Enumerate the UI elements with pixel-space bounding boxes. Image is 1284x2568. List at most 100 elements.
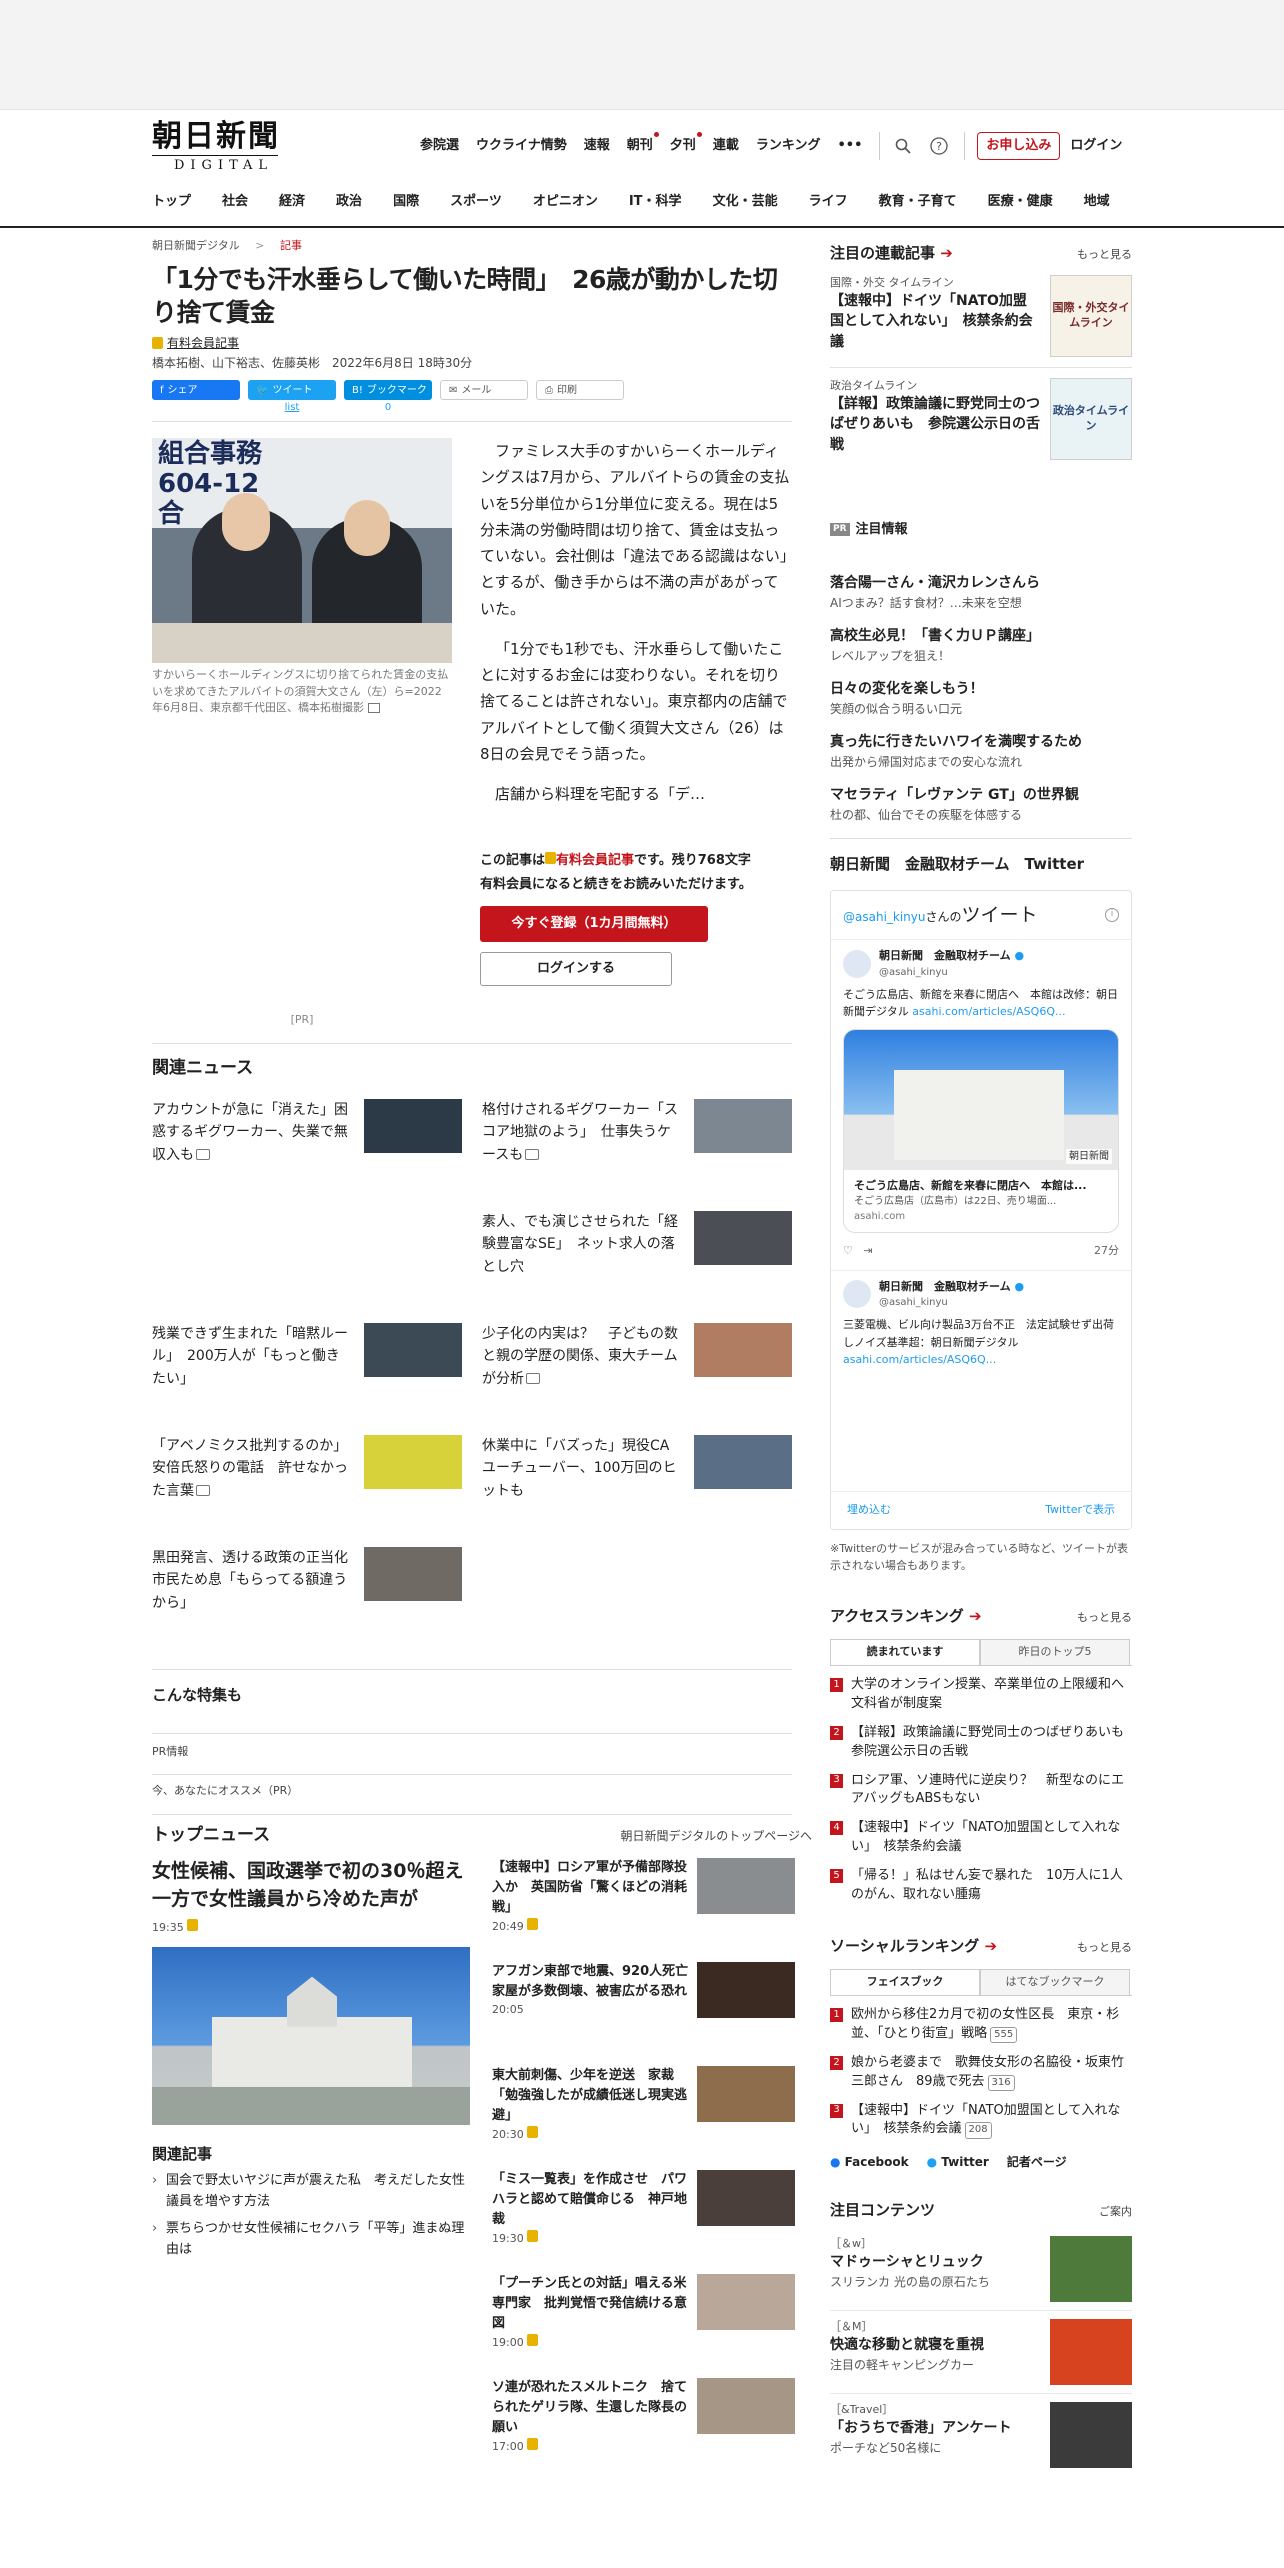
site-logo[interactable]: 朝日新聞 DIGITAL bbox=[152, 120, 282, 176]
twitter-share-button[interactable]: 🐦 ツイート bbox=[248, 380, 336, 400]
social-ranking-item[interactable]: 1 欧州から移住2カ月で初の女性区長 東京・杉並、「ひとり街宣」戦略 555 bbox=[830, 2006, 1132, 2044]
expand-photo-icon[interactable] bbox=[367, 703, 380, 713]
social-ranking-item[interactable]: 3 【速報中】ドイツ「NATO加盟国として入れない」 核禁条約会議 208 bbox=[830, 2102, 1132, 2140]
print-button[interactable]: ⎙ 印刷 bbox=[536, 380, 624, 400]
share-icon[interactable]: ⇥ bbox=[863, 1244, 872, 1257]
ranking-item[interactable]: 3 ロシア軍、ソ連時代に逆戻り？ 新型なのにエアバッグもABSもない bbox=[830, 1772, 1132, 1810]
more-menu-icon[interactable]: ••• bbox=[837, 136, 862, 156]
top-news-item[interactable]: ソ連が恐れたスメルトニク 捨てられたゲリラ隊、生還した隊長の願い 17:00 bbox=[492, 2378, 795, 2482]
social-ranking-item[interactable]: 2 娘から老婆まで 歌舞伎女形の名脇役・坂東竹三郎さん 89歳で死去 316 bbox=[830, 2054, 1132, 2092]
breadcrumb-home[interactable]: 朝日新聞デジタル bbox=[152, 239, 240, 252]
related-article-link[interactable]: 国会で野太いヤジに声が震えた私 考えだした女性議員を増やす方法 bbox=[152, 2171, 470, 2213]
twitter-link[interactable]: ● Twitter bbox=[927, 2153, 989, 2171]
pick-item[interactable]: ［＆w］ マドゥーシャとリュック スリランカ 光の島の原石たち bbox=[830, 2228, 1132, 2311]
nav-life[interactable]: ライフ bbox=[809, 192, 848, 212]
access-ranking-more[interactable]: もっと見る bbox=[1077, 1610, 1132, 1627]
related-news-item[interactable]: 黒田発言、透ける政策の正当化 市民ため息「もらってる額違うから」 bbox=[152, 1547, 462, 1659]
lead-photo[interactable] bbox=[152, 1946, 470, 2125]
hatena-bookmark-button[interactable]: B! ブックマーク bbox=[344, 380, 432, 400]
tweets-by-handle[interactable]: @asahi_kinyu bbox=[843, 910, 926, 924]
reporter-page-link[interactable]: 記者ページ bbox=[1007, 2153, 1067, 2171]
tweet[interactable]: 朝日新聞 金融取材チーム ● @asahi_kinyu そごう広島店、新館を来春に… bbox=[831, 940, 1131, 1029]
info-item[interactable]: 日々の変化を楽しもう！ 笑顔の似合う明るい口元 bbox=[830, 679, 1132, 718]
related-news-item[interactable]: 残業できず生まれた「暗黙ルール」 200万人が「もっと働きたい」 bbox=[152, 1323, 462, 1435]
nav-region[interactable]: 地域 bbox=[1084, 192, 1110, 212]
picks-more-link[interactable]: ご案内 bbox=[1099, 2204, 1132, 2221]
view-on-twitter-link[interactable]: Twitterで表示 bbox=[1045, 1502, 1115, 1519]
paid-label-text[interactable]: 有料会員記事 bbox=[167, 334, 239, 352]
nav-culture[interactable]: 文化・芸能 bbox=[713, 192, 778, 212]
nav-politics[interactable]: 政治 bbox=[336, 192, 362, 212]
search-icon[interactable] bbox=[892, 135, 914, 157]
top-news-item[interactable]: 東大前刺傷、少年を逆送 家裁「勉強強したが成績低迷し現実逃避」 20:30 bbox=[492, 2066, 795, 2170]
twitter-count[interactable]: list bbox=[248, 400, 336, 415]
lead-title[interactable]: 女性候補、国政選挙で初の30％超え 一方で女性議員から冷めた声が bbox=[152, 1858, 482, 1913]
subnav-election[interactable]: 参院選 bbox=[420, 136, 459, 156]
pick-item[interactable]: ［＆M］ 快適な移動と就寝を重視 注目の軽キャンピングカー bbox=[830, 2311, 1132, 2394]
paywall-paid-link[interactable]: 有料会員記事 bbox=[556, 853, 634, 868]
ranking-item[interactable]: 1 大学のオンライン授業、卒業単位の上限緩和へ 文科省が制度案 bbox=[830, 1676, 1137, 1714]
nav-society[interactable]: 社会 bbox=[222, 192, 248, 212]
article-photo[interactable]: 組合事務 604-12 合 bbox=[152, 438, 452, 663]
ranking-item[interactable]: 4 【速報中】ドイツ「NATO加盟国として入れない」 核禁条約会議 bbox=[830, 1819, 1132, 1857]
tweet-link[interactable]: asahi.com/articles/ASQ6Q... bbox=[912, 1005, 1065, 1018]
embed-link[interactable]: 埋め込む bbox=[847, 1502, 891, 1519]
top-news-item[interactable]: 「プーチン氏との対話」唱える米専門家 批判覚悟で発信続ける意図 19:00 bbox=[492, 2274, 795, 2378]
series-item[interactable]: 政治タイムライン 【詳報】政策論議に野党同士のつばぜりあいも 参院選公示日の舌戦 … bbox=[830, 368, 1132, 470]
nav-opinion[interactable]: オピニオン bbox=[533, 192, 598, 212]
info-item[interactable]: マセラティ「レヴァンテ GT」の世界観 杜の都、仙台でその疾駆を体感する bbox=[830, 785, 1132, 824]
info-icon[interactable]: i bbox=[1105, 907, 1119, 922]
social-ranking-more[interactable]: もっと見る bbox=[1077, 1940, 1132, 1957]
related-news-item[interactable]: 少子化の内実は？ 子どもの数と親の学歴の関係、東大チームが分析 bbox=[482, 1323, 792, 1435]
info-item[interactable]: 高校生必見！「書く力ＵＰ講座」 レベルアップを狙え！ bbox=[830, 626, 1132, 665]
nav-economy[interactable]: 経済 bbox=[279, 192, 305, 212]
subnav-ukraine[interactable]: ウクライナ情勢 bbox=[476, 136, 567, 156]
related-news-item[interactable]: 「アベノミクス批判するのか」安倍氏怒りの電話 許せなかった言葉 bbox=[152, 1435, 462, 1547]
nav-top[interactable]: トップ bbox=[152, 192, 191, 212]
nav-education[interactable]: 教育・子育て bbox=[879, 192, 957, 212]
related-news-item[interactable]: 格付けされるギグワーカー「スコア地獄のよう」 仕事失うケースも bbox=[482, 1099, 792, 1211]
pick-item[interactable]: ［&Travel］ 「おうちで香港」アンケート ポーチなど50名様に bbox=[830, 2394, 1132, 2476]
breadcrumb-current[interactable]: 記事 bbox=[280, 239, 302, 252]
related-news-item[interactable]: 素人、でも演じさせられた「経験豊富なSE」 ネット求人の落とし穴 bbox=[482, 1211, 792, 1323]
nav-health[interactable]: 医療・健康 bbox=[988, 192, 1053, 212]
login-button[interactable]: ログインする bbox=[480, 952, 672, 987]
tab-most-read[interactable]: 読まれています bbox=[830, 1639, 980, 1666]
subnav-breaking[interactable]: 速報 bbox=[584, 136, 610, 156]
help-icon[interactable]: ? bbox=[928, 135, 950, 157]
series-more-link[interactable]: もっと見る bbox=[1077, 247, 1132, 264]
tab-hatena[interactable]: はてなブックマーク bbox=[980, 1969, 1130, 1996]
top-page-link[interactable]: 朝日新聞デジタルのトップページへ bbox=[620, 1827, 812, 1845]
nav-it-science[interactable]: IT・科学 bbox=[629, 192, 682, 212]
facebook-link[interactable]: ● Facebook bbox=[830, 2153, 909, 2171]
nav-sports[interactable]: スポーツ bbox=[450, 192, 502, 212]
register-button[interactable]: 今すぐ登録（1カ月間無料） bbox=[480, 906, 708, 943]
mail-share-button[interactable]: ✉ メール bbox=[440, 380, 528, 400]
ranking-item[interactable]: 2 【詳報】政策論議に野党同士のつばぜりあいも 参院選公示日の舌戦 bbox=[830, 1724, 1137, 1762]
facebook-share-button[interactable]: f シェア bbox=[152, 380, 240, 400]
login-link[interactable]: ログイン bbox=[1070, 136, 1122, 156]
info-item[interactable]: 落合陽一さん・滝沢カレンさんら AIつまみ？話す食材？…未来を空想 bbox=[830, 573, 1132, 612]
series-item[interactable]: 国際・外交 タイムライン 【速報中】ドイツ「NATO加盟国として入れない」 核禁条… bbox=[830, 265, 1132, 368]
tab-facebook[interactable]: フェイスブック bbox=[830, 1969, 980, 1996]
top-news-item[interactable]: アフガン東部で地震、920人死亡 家屋が多数倒壊、被害広がる恐れ 20:05 bbox=[492, 1962, 795, 2066]
subnav-series[interactable]: 連載 bbox=[713, 136, 739, 156]
tab-yesterday-top5[interactable]: 昨日のトップ5 bbox=[980, 1639, 1130, 1666]
top-news-item[interactable]: 「ミス一覧表」を作成させ パワハラと認めて賠償命じる 神戸地裁 19:30 bbox=[492, 2170, 795, 2274]
like-icon[interactable]: ♡ bbox=[843, 1244, 853, 1257]
subnav-evening[interactable]: 夕刊 bbox=[670, 132, 702, 156]
ranking-item[interactable]: 5 「帰る！」私はせん妄で暴れた 10万人に1人のがん、取れない腫瘍 bbox=[830, 1867, 1132, 1905]
related-news-item[interactable]: アカウントが急に「消えた」困惑するギグワーカー、失業で無収入も bbox=[152, 1099, 462, 1211]
tweet-link[interactable]: asahi.com/articles/ASQ6Q... bbox=[843, 1353, 996, 1366]
hatena-count[interactable]: 0 bbox=[344, 400, 432, 415]
related-news-item[interactable]: 休業中に「バズった」現役CAユーチューバー、100万回のヒットも bbox=[482, 1435, 792, 1547]
info-item[interactable]: 真っ先に行きたいハワイを満喫するため 出発から帰国対応までの安心な流れ bbox=[830, 732, 1132, 771]
top-news-item[interactable]: 【速報中】ロシア軍が予備部隊投入か 英国防省「驚くほどの消耗戦」 20:49 bbox=[492, 1858, 795, 1962]
nav-international[interactable]: 国際 bbox=[393, 192, 419, 212]
tweet[interactable]: 朝日新聞 金融取材チーム ● @asahi_kinyu 三菱電機、ビル向け製品3万… bbox=[831, 1271, 1131, 1377]
subnav-ranking[interactable]: ランキング bbox=[756, 136, 821, 156]
subnav-morning[interactable]: 朝刊 bbox=[627, 132, 659, 156]
subscribe-button[interactable]: お申し込み bbox=[977, 132, 1061, 160]
related-article-link[interactable]: 票ちらつかせ女性候補にセクハラ「平等」進まぬ理由は bbox=[152, 2219, 470, 2261]
link-card[interactable]: 朝日新聞 そごう広島店、新館を来春に閉店へ 本館は... そごう広島店（広島市）… bbox=[843, 1028, 1119, 1234]
